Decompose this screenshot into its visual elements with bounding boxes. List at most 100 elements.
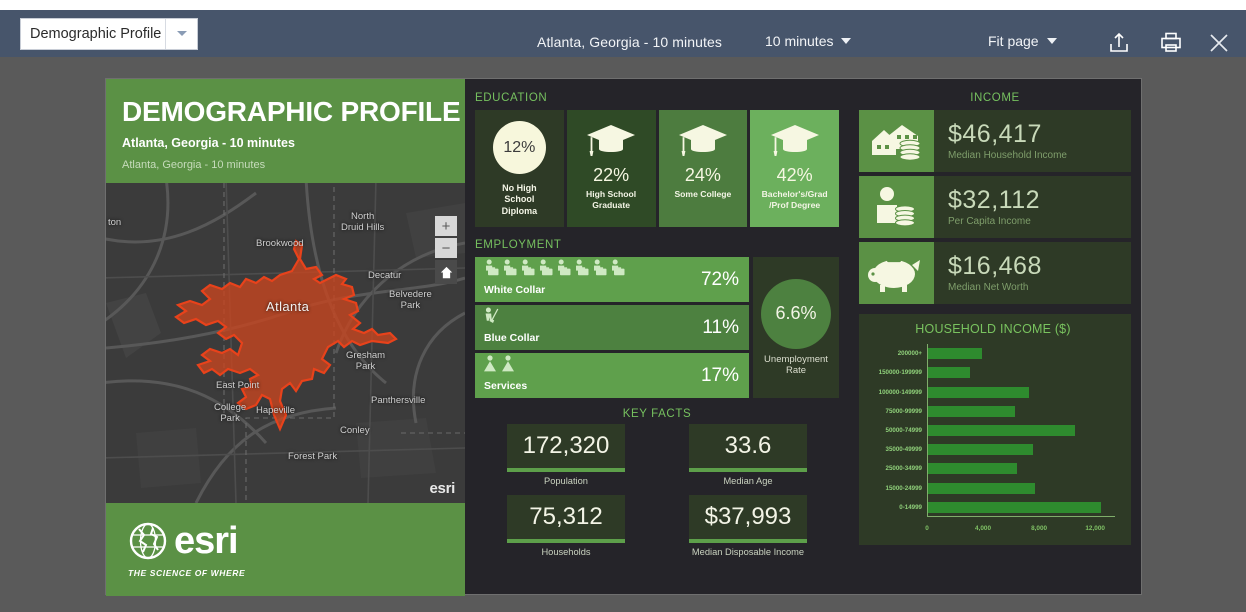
map-zoom-controls[interactable]: + − <box>435 216 457 284</box>
chart-x-tick-label: 4,000 <box>975 525 992 532</box>
map-label: North Druid Hills <box>341 211 385 233</box>
home-icon[interactable] <box>435 260 457 284</box>
esri-tagline: THE SCIENCE OF WHERE <box>128 568 246 578</box>
employment-bar: White Collar 72% <box>475 257 749 302</box>
service-worker-icon <box>484 354 499 377</box>
top-toolbar: Demographic Profile Atlanta, Georgia - 1… <box>0 10 1246 57</box>
employment-value: 72% <box>700 268 739 290</box>
chart-category-label: 75000-99999 <box>885 407 922 415</box>
chart-bar-row: 0-14999 <box>899 498 1115 517</box>
office-worker-icon <box>574 259 589 281</box>
chart-bar-row: 35000-49999 <box>886 440 1115 459</box>
income-value: $32,112 <box>948 185 1041 214</box>
map-label: Atlanta <box>266 299 310 314</box>
page-title: DEMOGRAPHIC PROFILE <box>122 96 461 127</box>
chart-y-axis <box>927 344 928 517</box>
chart-bar-row: 25000-34999 <box>886 459 1115 478</box>
income-label: Median Household Income <box>948 150 1067 162</box>
print-icon[interactable] <box>1154 28 1188 58</box>
chart-x-tick-label: 12,000 <box>1085 525 1105 532</box>
education-label: Some College <box>674 189 732 199</box>
fit-page-dropdown[interactable]: Fit page <box>988 33 1057 49</box>
chart-x-tick-label: 0 <box>925 525 929 532</box>
household-income-chart: HOUSEHOLD INCOME ($) 200000+ 150000-19999… <box>859 314 1131 545</box>
chart-bar <box>927 482 1036 494</box>
employment-value: 11% <box>702 316 739 338</box>
education-tile: 42% Bachelor's/Grad /Prof Degree <box>750 110 839 227</box>
education-label: High School Graduate <box>586 189 637 210</box>
graduation-cap-icon <box>675 121 730 161</box>
person-with-coins-icon <box>859 176 934 238</box>
income-row: $16,468 Median Net Worth <box>859 242 1131 304</box>
office-worker-icon <box>502 259 517 281</box>
map-view[interactable]: ton North Druid Hills Brookwood Decatur Belv… <box>106 183 465 503</box>
education-tile: 24% Some College <box>658 110 748 227</box>
chart-bar-row: 200000+ <box>898 344 1115 363</box>
chevron-down-icon <box>841 38 852 44</box>
income-value: $46,417 <box>948 119 1042 148</box>
chart-bar <box>927 444 1034 456</box>
drive-time-dropdown[interactable]: 10 minutes <box>765 33 852 49</box>
key-fact-card: 75,312 Households <box>475 495 657 557</box>
map-label: Belvedere Park <box>389 289 432 311</box>
employment-bar: Services 17% <box>475 353 749 398</box>
zoom-in-icon[interactable]: + <box>435 216 457 236</box>
chart-bar-row: 150000-199999 <box>879 363 1115 382</box>
income-label: Median Net Worth <box>948 282 1029 294</box>
key-fact-value: 33.6 <box>689 424 807 472</box>
esri-footer: esri THE SCIENCE OF WHERE <box>106 503 465 596</box>
education-tile: 22% High School Graduate <box>566 110 656 227</box>
employment-label: Blue Collar <box>484 331 540 344</box>
key-facts-panel: KEY FACTS 172,320 Population 33.6 Median Ag… <box>475 408 839 557</box>
office-worker-icon <box>592 259 607 281</box>
education-section-title: EDUCATION <box>475 92 548 104</box>
map-label: Brookwood <box>256 238 304 249</box>
app-root: Demographic Profile Atlanta, Georgia - 1… <box>0 0 1246 612</box>
key-facts-section-title: KEY FACTS <box>622 408 692 420</box>
key-fact-card: 33.6 Median Age <box>657 424 839 486</box>
chart-bars: 200000+ 150000-199999 100000-149999 75000-9… <box>879 344 1115 517</box>
close-icon[interactable] <box>1202 28 1236 58</box>
piggy-bank-icon <box>859 242 934 304</box>
zoom-out-icon[interactable]: − <box>435 238 457 258</box>
key-fact-value: 172,320 <box>507 424 625 472</box>
chart-title: HOUSEHOLD INCOME ($) <box>915 322 1071 336</box>
chart-bar-row: 100000-149999 <box>879 382 1115 401</box>
employment-label: Services <box>484 379 528 392</box>
chart-category-label: 35000-49999 <box>885 446 922 454</box>
key-fact-card: 172,320 Population <box>475 424 657 486</box>
key-fact-value: 75,312 <box>507 495 625 543</box>
office-worker-icon <box>484 259 499 281</box>
export-icon[interactable] <box>1102 28 1136 58</box>
map-label: Forest Park <box>288 451 338 462</box>
map-label: Gresham Park <box>346 350 386 372</box>
chart-bar <box>927 424 1076 436</box>
chart-bar <box>927 463 1017 475</box>
chart-category-label: 200000+ <box>897 350 922 358</box>
income-row: $32,112 Per Capita Income <box>859 176 1131 238</box>
fit-page-label: Fit page <box>988 33 1039 49</box>
map-label: Decatur <box>368 270 402 281</box>
middle-column: EDUCATION 12% No High School Diploma 22% Hi… <box>465 79 851 594</box>
income-value: $16,468 <box>948 251 1042 280</box>
education-tiles: 12% No High School Diploma 22% High School … <box>475 110 839 227</box>
chevron-down-icon[interactable] <box>165 18 197 49</box>
employment-icons <box>484 307 702 329</box>
laborer-icon <box>484 307 500 329</box>
unemployment-label: Unemployment Rate <box>764 353 828 376</box>
office-worker-icon <box>538 259 553 281</box>
drive-time-label: 10 minutes <box>765 33 834 49</box>
chart-plot-area: 200000+ 150000-199999 100000-149999 75000-9… <box>865 344 1121 540</box>
education-label: Bachelor's/Grad /Prof Degree <box>761 189 828 210</box>
report-header: DEMOGRAPHIC PROFILE Atlanta, Georgia - 1… <box>106 79 465 183</box>
profile-select[interactable]: Demographic Profile <box>20 17 198 50</box>
education-value: 22% <box>593 165 630 185</box>
unemployment-value: 6.6% <box>761 278 831 349</box>
header-subtitle-primary: Atlanta, Georgia - 10 minutes <box>122 136 295 151</box>
key-fact-value: $37,993 <box>689 495 807 543</box>
employment-label: White Collar <box>484 283 546 296</box>
chart-category-label: 150000-199999 <box>878 369 922 377</box>
employment-bar: Blue Collar 11% <box>475 305 749 350</box>
education-label: No High School Diploma <box>501 183 538 216</box>
key-facts-grid: 172,320 Population 33.6 Median Age 75,312 Hou… <box>475 424 839 557</box>
